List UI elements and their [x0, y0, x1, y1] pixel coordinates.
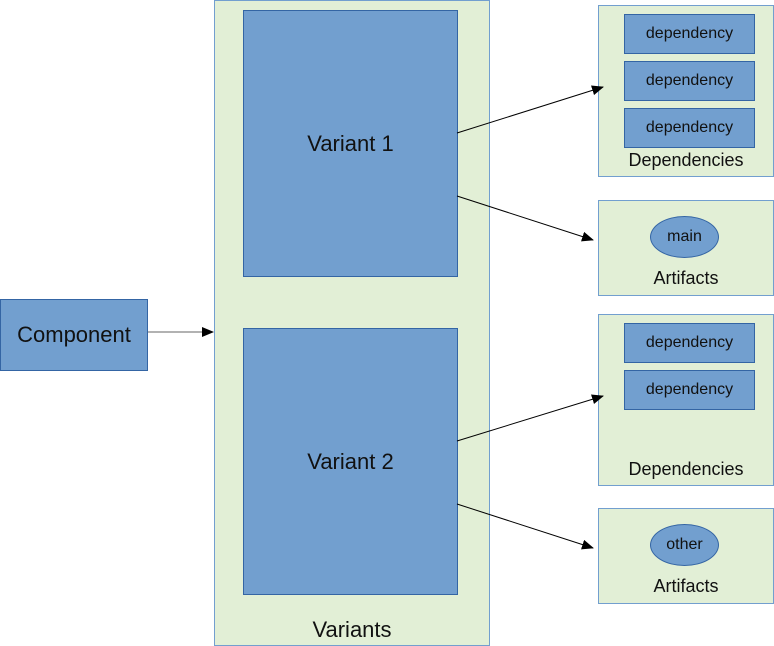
artifact-main: main — [650, 216, 719, 258]
variants-label: Variants — [312, 617, 392, 642]
dependencies-container-1: dependency dependency dependency Depende… — [598, 5, 774, 177]
variant-1-label: Variant 1 — [307, 130, 394, 156]
artifacts-label: Artifacts — [653, 268, 719, 288]
component-node: Component — [0, 299, 148, 371]
artifacts-container-1: main Artifacts — [598, 200, 774, 296]
dependency-item: dependency — [624, 370, 755, 410]
dependencies-label: Dependencies — [628, 459, 744, 479]
variants-container: Variant 1 Variant 2 Variants — [214, 0, 490, 646]
variant-1-node: Variant 1 — [243, 10, 458, 277]
dependency-item: dependency — [624, 61, 755, 101]
component-label: Component — [17, 322, 131, 347]
variant-2-node: Variant 2 — [243, 328, 458, 595]
artifact-other: other — [650, 524, 719, 566]
variant-2-label: Variant 2 — [307, 448, 394, 474]
artifacts-container-2: other Artifacts — [598, 508, 774, 604]
dependency-item: dependency — [624, 323, 755, 363]
dependencies-label: Dependencies — [628, 150, 744, 170]
dependencies-container-2: dependency dependency Dependencies — [598, 314, 774, 486]
dependency-item: dependency — [624, 14, 755, 54]
dependency-item: dependency — [624, 108, 755, 148]
artifacts-label: Artifacts — [653, 576, 719, 596]
